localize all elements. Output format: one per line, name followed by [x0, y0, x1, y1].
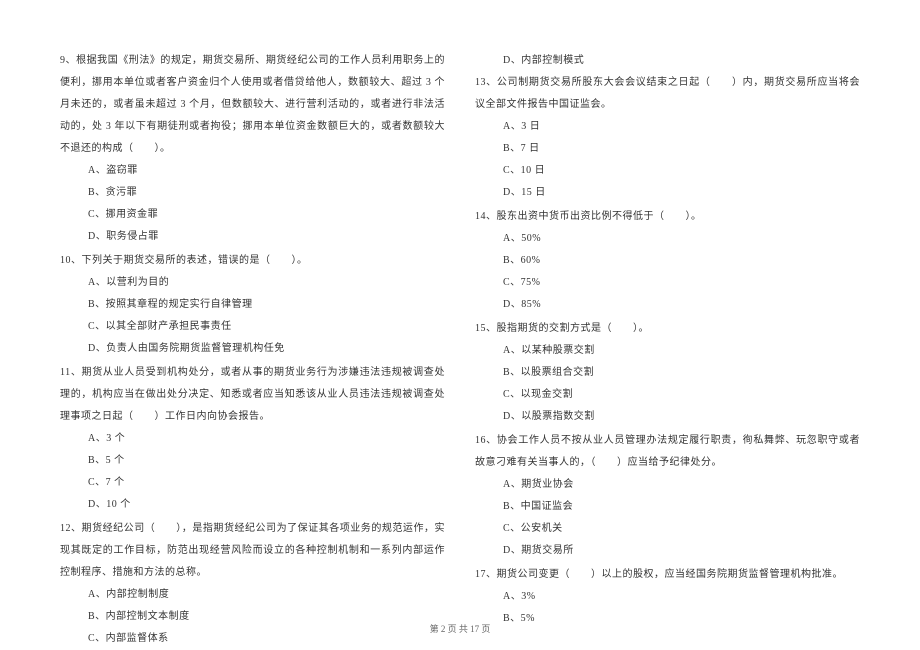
question-16-option-c: C、公安机关	[475, 518, 860, 540]
question-16-option-b: B、中国证监会	[475, 496, 860, 518]
question-12-option-d: D、内部控制模式	[475, 50, 860, 72]
question-15-option-b: B、以股票组合交割	[475, 362, 860, 384]
question-15-text: 15、股指期货的交割方式是（ ）。	[475, 318, 860, 340]
content-area: 9、根据我国《刑法》的规定，期货交易所、期货经纪公司的工作人员利用职务上的便利，…	[60, 50, 860, 605]
question-14-text: 14、股东出资中货币出资比例不得低于（ ）。	[475, 206, 860, 228]
question-10-text: 10、下列关于期货交易所的表述，错误的是（ ）。	[60, 250, 445, 272]
question-17-option-a: A、3%	[475, 586, 860, 608]
question-14-option-b: B、60%	[475, 250, 860, 272]
question-10: 10、下列关于期货交易所的表述，错误的是（ ）。 A、以营利为目的 B、按照其章…	[60, 250, 445, 360]
question-16: 16、协会工作人员不按从业人员管理办法规定履行职责，徇私舞弊、玩忽职守或者故意刁…	[475, 430, 860, 562]
question-13: 13、公司制期货交易所股东大会会议结束之日起（ ）内，期货交易所应当将会议全部文…	[475, 72, 860, 204]
question-15-option-d: D、以股票指数交割	[475, 406, 860, 428]
question-10-option-c: C、以其全部财产承担民事责任	[60, 316, 445, 338]
question-13-option-d: D、15 日	[475, 182, 860, 204]
question-10-option-b: B、按照其章程的规定实行自律管理	[60, 294, 445, 316]
question-12-text: 12、期货经纪公司（ ），是指期货经纪公司为了保证其各项业务的规范运作，实现其既…	[60, 518, 445, 584]
question-9-option-b: B、贪污罪	[60, 182, 445, 204]
question-11-option-b: B、5 个	[60, 450, 445, 472]
question-15: 15、股指期货的交割方式是（ ）。 A、以某种股票交割 B、以股票组合交割 C、…	[475, 318, 860, 428]
question-14-option-d: D、85%	[475, 294, 860, 316]
question-12-option-a: A、内部控制制度	[60, 584, 445, 606]
question-15-option-c: C、以现金交割	[475, 384, 860, 406]
question-13-option-c: C、10 日	[475, 160, 860, 182]
question-13-text: 13、公司制期货交易所股东大会会议结束之日起（ ）内，期货交易所应当将会议全部文…	[475, 72, 860, 116]
question-13-option-a: A、3 日	[475, 116, 860, 138]
question-11-option-a: A、3 个	[60, 428, 445, 450]
question-17-text: 17、期货公司变更（ ）以上的股权，应当经国务院期货监督管理机构批准。	[475, 564, 860, 586]
question-11-option-d: D、10 个	[60, 494, 445, 516]
question-9-option-a: A、盗窃罪	[60, 160, 445, 182]
question-17: 17、期货公司变更（ ）以上的股权，应当经国务院期货监督管理机构批准。 A、3%…	[475, 564, 860, 630]
question-16-option-d: D、期货交易所	[475, 540, 860, 562]
question-16-option-a: A、期货业协会	[475, 474, 860, 496]
question-11-option-c: C、7 个	[60, 472, 445, 494]
question-16-text: 16、协会工作人员不按从业人员管理办法规定履行职责，徇私舞弊、玩忽职守或者故意刁…	[475, 430, 860, 474]
question-14-option-c: C、75%	[475, 272, 860, 294]
page-footer: 第 2 页 共 17 页	[0, 622, 920, 635]
question-9-option-d: D、职务侵占罪	[60, 226, 445, 248]
question-9-option-c: C、挪用资金罪	[60, 204, 445, 226]
question-10-option-a: A、以营利为目的	[60, 272, 445, 294]
question-10-option-d: D、负责人由国务院期货监督管理机构任免	[60, 338, 445, 360]
question-14-option-a: A、50%	[475, 228, 860, 250]
question-11: 11、期货从业人员受到机构处分，或者从事的期货业务行为涉嫌违法违规被调查处理的，…	[60, 362, 445, 516]
right-column: D、内部控制模式 13、公司制期货交易所股东大会会议结束之日起（ ）内，期货交易…	[475, 50, 860, 605]
left-column: 9、根据我国《刑法》的规定，期货交易所、期货经纪公司的工作人员利用职务上的便利，…	[60, 50, 445, 605]
question-14: 14、股东出资中货币出资比例不得低于（ ）。 A、50% B、60% C、75%…	[475, 206, 860, 316]
question-9-text: 9、根据我国《刑法》的规定，期货交易所、期货经纪公司的工作人员利用职务上的便利，…	[60, 50, 445, 160]
question-13-option-b: B、7 日	[475, 138, 860, 160]
question-9: 9、根据我国《刑法》的规定，期货交易所、期货经纪公司的工作人员利用职务上的便利，…	[60, 50, 445, 248]
question-15-option-a: A、以某种股票交割	[475, 340, 860, 362]
question-11-text: 11、期货从业人员受到机构处分，或者从事的期货业务行为涉嫌违法违规被调查处理的，…	[60, 362, 445, 428]
